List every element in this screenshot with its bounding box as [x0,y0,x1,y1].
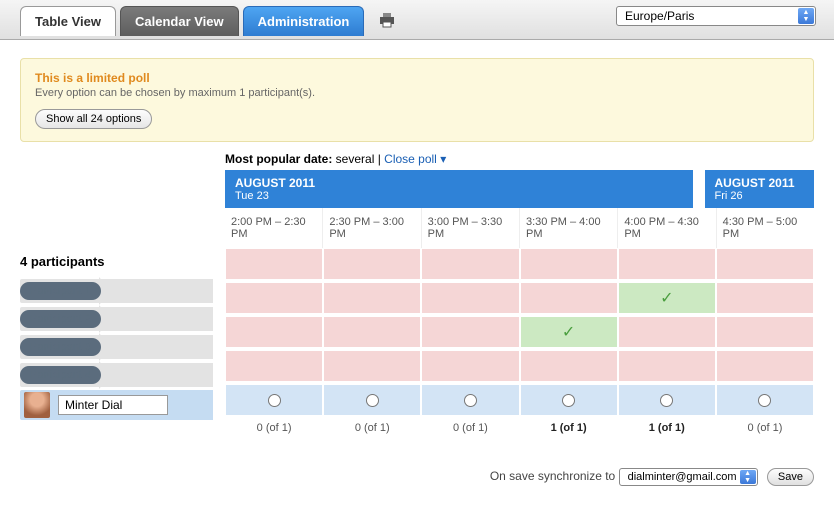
timeslot-header: 3:00 PM – 3:30 PM [422,208,520,248]
vote-count-row: 0 (of 1)0 (of 1)0 (of 1)1 (of 1)1 (of 1)… [225,422,814,434]
vote-cell: ✓ [520,316,618,348]
vote-cell [323,316,421,348]
vote-radio[interactable] [660,394,673,407]
vote-cell [421,248,519,280]
timeslot-header: 4:30 PM – 5:00 PM [717,208,814,248]
vote-cell [225,248,323,280]
vote-cell [421,282,519,314]
vote-radio[interactable] [758,394,771,407]
month-block-1: AUGUST 2011Tue 23 [225,170,705,208]
popular-value: several [336,152,375,166]
vote-cell [520,282,618,314]
vote-radio-cell[interactable] [421,384,519,416]
participants-count: 4 participants [20,246,225,277]
vote-count: 0 (of 1) [716,422,814,434]
timeslot-header: 3:30 PM – 4:00 PM [520,208,618,248]
vote-cell [520,350,618,382]
vote-cell: ✓ [618,282,716,314]
vote-cell [520,248,618,280]
footer-bar: On save synchronize to dialminter@gmail.… [0,468,814,486]
vote-radio[interactable] [464,394,477,407]
vote-cell [618,248,716,280]
month-header: AUGUST 2011Tue 23 AUGUST 2011Fri 26 [225,170,814,208]
vote-radio-cell[interactable] [716,384,814,416]
vote-count: 1 (of 1) [520,422,618,434]
top-toolbar: Table View Calendar View Administration … [0,0,834,40]
vote-cell [421,350,519,382]
vote-cell [421,316,519,348]
timeslot-header: 4:00 PM – 4:30 PM [618,208,716,248]
participant-name: Participant 1 [20,277,225,305]
vote-cell [225,282,323,314]
vote-count: 0 (of 1) [323,422,421,434]
vote-cell [716,350,814,382]
tab-administration[interactable]: Administration [243,6,365,36]
vote-radio[interactable] [366,394,379,407]
vote-count: 1 (of 1) [618,422,716,434]
notice-title: This is a limited poll [35,71,799,85]
vote-radio-cell[interactable] [323,384,421,416]
participant-name: Participant 4 [20,361,225,389]
vote-cell [716,248,814,280]
participant-name: Participant 2 [20,305,225,333]
vote-cell [323,350,421,382]
sync-label: On save synchronize to [490,469,615,483]
timeslot-header: 2:30 PM – 3:00 PM [323,208,421,248]
vote-cell [716,282,814,314]
vote-radio-cell[interactable] [225,384,323,416]
vote-cell [323,248,421,280]
timeslot-header: 2:00 PM – 2:30 PM [225,208,323,248]
notice-subtitle: Every option can be chosen by maximum 1 … [35,87,799,99]
limited-poll-notice: This is a limited poll Every option can … [20,58,814,142]
vote-radio-cell[interactable] [618,384,716,416]
vote-cell [323,282,421,314]
vote-cell [618,316,716,348]
vote-cell [716,316,814,348]
month-block-2: AUGUST 2011Fri 26 [705,170,815,208]
avatar [24,392,50,418]
sync-email-select[interactable]: dialminter@gmail.com [619,468,758,486]
timeslot-header-row: 2:00 PM – 2:30 PM2:30 PM – 3:00 PM3:00 P… [225,208,814,248]
vote-cell [618,350,716,382]
close-poll-link[interactable]: Close poll ▾ [384,152,446,166]
meta-row: Most popular date: several | Close poll … [225,152,814,166]
popular-label: Most popular date: [225,152,336,166]
print-icon[interactable] [378,12,396,31]
vote-cell [225,350,323,382]
your-name-input[interactable] [58,395,168,415]
vote-count: 0 (of 1) [225,422,323,434]
save-button[interactable]: Save [767,468,814,486]
vote-radio-cell[interactable] [520,384,618,416]
timezone-select[interactable]: Europe/Paris [616,6,816,26]
tab-table-view[interactable]: Table View [20,6,116,36]
participant-name: Participant 3 [20,333,225,361]
vote-radio[interactable] [562,394,575,407]
vote-cell [225,316,323,348]
vote-count: 0 (of 1) [421,422,519,434]
vote-radio[interactable] [268,394,281,407]
tab-calendar-view[interactable]: Calendar View [120,6,239,36]
timezone-select-wrap: Europe/Paris ▲▼ [616,6,816,26]
show-all-options-button[interactable]: Show all 24 options [35,109,152,129]
